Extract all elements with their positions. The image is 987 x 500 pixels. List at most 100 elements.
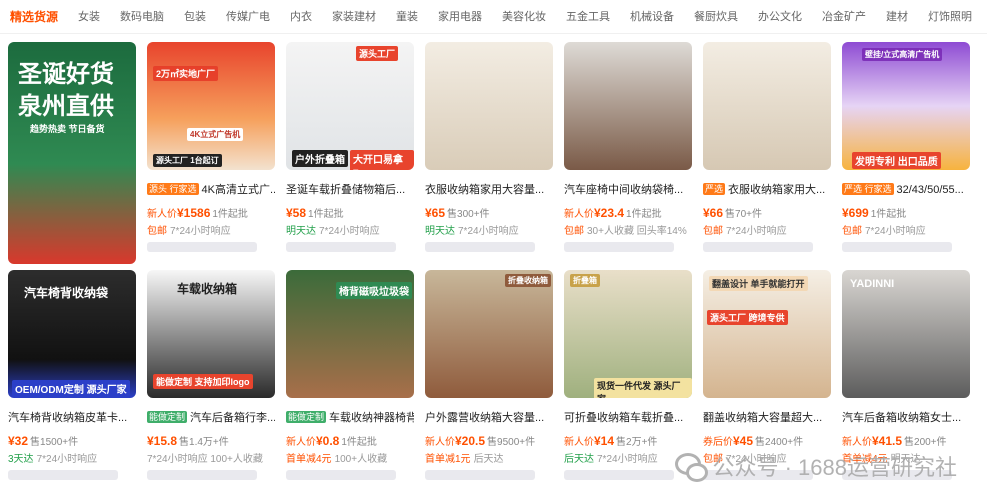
product-card[interactable]: 车载收纳箱 能做定制 支持加印logo 能做定制 汽车后备箱行李... ¥15.8 售1.… [147, 270, 275, 492]
product-tag: 严选 行家选 [842, 183, 894, 195]
nav-item[interactable]: 传媒广电 [216, 0, 280, 33]
price-value: ¥23.4 [594, 206, 625, 220]
price-value: ¥66 [703, 206, 724, 220]
product-title[interactable]: 严选 行家选 32/43/50/55... [842, 182, 970, 198]
sales-count: 1件起批 [212, 209, 248, 220]
nav-item[interactable]: 餐厨炊具 [684, 0, 748, 33]
nav-item[interactable]: 冶金矿产 [812, 0, 876, 33]
meta-text: 7*24小时响应 [865, 226, 926, 237]
delivery-badge: 包邮 [703, 226, 723, 237]
product-title[interactable]: 能做定制 汽车后备箱行李... [147, 410, 275, 426]
meta-text: 100+人收藏 [334, 454, 388, 465]
product-image[interactable]: YADINNI [842, 270, 970, 398]
product-title[interactable]: 汽车后备箱收纳箱女士... [842, 410, 970, 426]
nav-item[interactable]: 家装建材 [322, 0, 386, 33]
sales-count: 售200+件 [904, 437, 947, 448]
product-title[interactable]: 汽车椅背收纳箱皮革卡... [8, 410, 136, 426]
product-title[interactable]: 汽车座椅中间收纳袋椅... [564, 182, 692, 198]
nav-item[interactable]: 女装 [68, 0, 110, 33]
product-card[interactable]: 严选 衣服收纳箱家用大... ¥66 售70+件 包邮 7*24小时响应 [703, 42, 831, 264]
product-price-row: ¥32 售1500+件 [8, 432, 136, 450]
product-title[interactable]: 源头 行家选 4K高清立式广... [147, 182, 275, 198]
nav-item[interactable]: 机械设备 [620, 0, 684, 33]
product-title[interactable]: 严选 衣服收纳箱家用大... [703, 182, 831, 198]
nav-item[interactable]: 建材 [876, 0, 918, 33]
product-title[interactable]: 衣服收纳箱家用大容量... [425, 182, 553, 198]
product-image[interactable] [425, 42, 553, 170]
image-overlay-text: 泉州直供 [18, 93, 114, 120]
product-image[interactable] [703, 42, 831, 170]
delivery-badge: 首单减1元 [425, 454, 471, 465]
nav-item[interactable]: 办公文化 [748, 0, 812, 33]
product-image[interactable]: 汽车椅背收纳袋 OEM/ODM定制 源头厂家 [8, 270, 136, 398]
product-card[interactable]: 2万㎡实地广厂 4K立式广告机 源头工厂 1台起订 源头 行家选 4K高清立式广... 新… [147, 42, 275, 264]
meta-text: 7*24小时响应 [170, 226, 231, 237]
sales-count: 售70+件 [725, 209, 762, 220]
product-card[interactable]: 折叠箱现货一件代发 源头厂家可折叠收纳箱车载折叠... 新人价¥14售2万+件后天… [564, 270, 692, 492]
product-image[interactable]: 壁挂/立式高清广告机 发明专利 出口品质 [842, 42, 970, 170]
nav-item[interactable]: 包装 [174, 0, 216, 33]
product-card[interactable]: 源头工厂户外折叠箱大开口易拿取圣诞车载折叠储物箱后... ¥581件起批明天达7*… [286, 42, 414, 264]
product-price-row: ¥58 1件起批 [286, 204, 414, 222]
product-image[interactable] [564, 42, 692, 170]
product-meta: 包邮 7*24小时响应 [842, 224, 970, 240]
product-title-text: 汽车后备箱收纳箱女士... [842, 412, 962, 424]
product-card[interactable]: 衣服收纳箱家用大容量... ¥65 售300+件 明天达 7*24小时响应 [425, 42, 553, 264]
nav-item[interactable]: 美容化妆 [492, 0, 556, 33]
price-value: ¥0.8 [316, 434, 340, 448]
sales-count: 1件起批 [308, 209, 344, 220]
image-overlay-text: 源头工厂 [356, 46, 399, 61]
product-image[interactable]: 圣诞好货 泉州直供 趋势热卖 节日备货 [8, 42, 136, 264]
nav-item[interactable]: 五金工具 [556, 0, 620, 33]
nav-item[interactable]: 灯饰照明 [918, 0, 982, 33]
blurred-shop-name [425, 470, 535, 480]
nav-item[interactable]: 家用电器 [428, 0, 492, 33]
product-card[interactable]: 圣诞好货 泉州直供 趋势热卖 节日备货 [8, 42, 136, 264]
product-image[interactable]: 翻盖设计 单手就能打开 源头工厂 跨境专供 [703, 270, 831, 398]
meta-text: 7*24小时响应 [597, 454, 658, 465]
delivery-badge: 3天达 [8, 454, 34, 465]
product-image[interactable]: 2万㎡实地广厂 4K立式广告机 源头工厂 1台起订 [147, 42, 275, 170]
price-label: 新人价 [425, 437, 455, 448]
nav-item[interactable]: 童装 [386, 0, 428, 33]
product-card[interactable]: 椅背磁吸垃圾袋能做定制车载收纳神器椅背... 新人价¥0.81件起批首单减4元10… [286, 270, 414, 492]
nav-item-featured[interactable]: 精选货源 [0, 0, 68, 33]
product-title-text: 户外露营收纳箱大容量... [425, 412, 545, 424]
meta-text: 7*24小时响应 [319, 226, 380, 237]
product-title[interactable]: 户外露营收纳箱大容量... [425, 410, 553, 426]
product-price-row: 券后价¥45 售2400+件 [703, 432, 831, 450]
product-card[interactable]: 折叠收纳箱 户外露营收纳箱大容量... 新人价¥20.5 售9500+件 首单减1元 后天… [425, 270, 553, 492]
price-label: 新人价 [842, 437, 872, 448]
product-meta: 明天达 7*24小时响应 [286, 224, 414, 240]
nav-item[interactable]: 内衣 [280, 0, 322, 33]
product-title[interactable]: 翻盖收纳箱大容量超大... [703, 410, 831, 426]
product-card[interactable]: 汽车椅背收纳袋 OEM/ODM定制 源头厂家汽车椅背收纳箱皮革卡... ¥32 售15… [8, 270, 136, 492]
image-overlay-text: OEM/ODM定制 源头厂家 [12, 380, 130, 397]
product-meta: 7*24小时响应 100+人收藏 [147, 452, 275, 468]
image-overlay-text: 圣诞好货 [18, 61, 114, 88]
nav-item[interactable]: 运 [982, 0, 987, 33]
product-price-row: ¥65 售300+件 [425, 204, 553, 222]
product-meta: 3天达 7*24小时响应 [8, 452, 136, 468]
product-image[interactable]: 椅背磁吸垃圾袋 [286, 270, 414, 398]
product-image[interactable]: 折叠箱现货一件代发 源头厂家 [564, 270, 692, 398]
price-value: ¥45 [733, 434, 754, 448]
image-overlay-text: 源头工厂 1台起订 [153, 154, 222, 167]
product-price-row: ¥699 1件起批 [842, 204, 970, 222]
delivery-badge: 首单减4元 [286, 454, 332, 465]
product-price-row: 新人价¥20.5 售9500+件 [425, 432, 553, 450]
product-image[interactable]: 折叠收纳箱 [425, 270, 553, 398]
product-price-row: 新人价¥0.8 1件起批 [286, 432, 414, 450]
product-image[interactable]: 源头工厂户外折叠箱大开口易拿取 [286, 42, 414, 170]
delivery-badge: 明天达 [425, 226, 455, 237]
product-title[interactable]: 能做定制车载收纳神器椅背... [286, 410, 414, 426]
product-title[interactable]: 可折叠收纳箱车载折叠... [564, 410, 692, 426]
product-card[interactable]: 壁挂/立式高清广告机 发明专利 出口品质严选 行家选 32/43/50/55... ¥… [842, 42, 970, 264]
nav-item[interactable]: 数码电脑 [110, 0, 174, 33]
product-title-text: 车载收纳神器椅背... [329, 412, 414, 424]
sales-count: 售2400+件 [755, 437, 804, 448]
product-tag: 严选 [703, 183, 726, 195]
product-card[interactable]: 汽车座椅中间收纳袋椅... 新人价¥23.4 1件起批 包邮 30+人收藏 回头率14% [564, 42, 692, 264]
product-image[interactable]: 车载收纳箱 能做定制 支持加印logo [147, 270, 275, 398]
product-title[interactable]: 圣诞车载折叠储物箱后... [286, 182, 414, 198]
